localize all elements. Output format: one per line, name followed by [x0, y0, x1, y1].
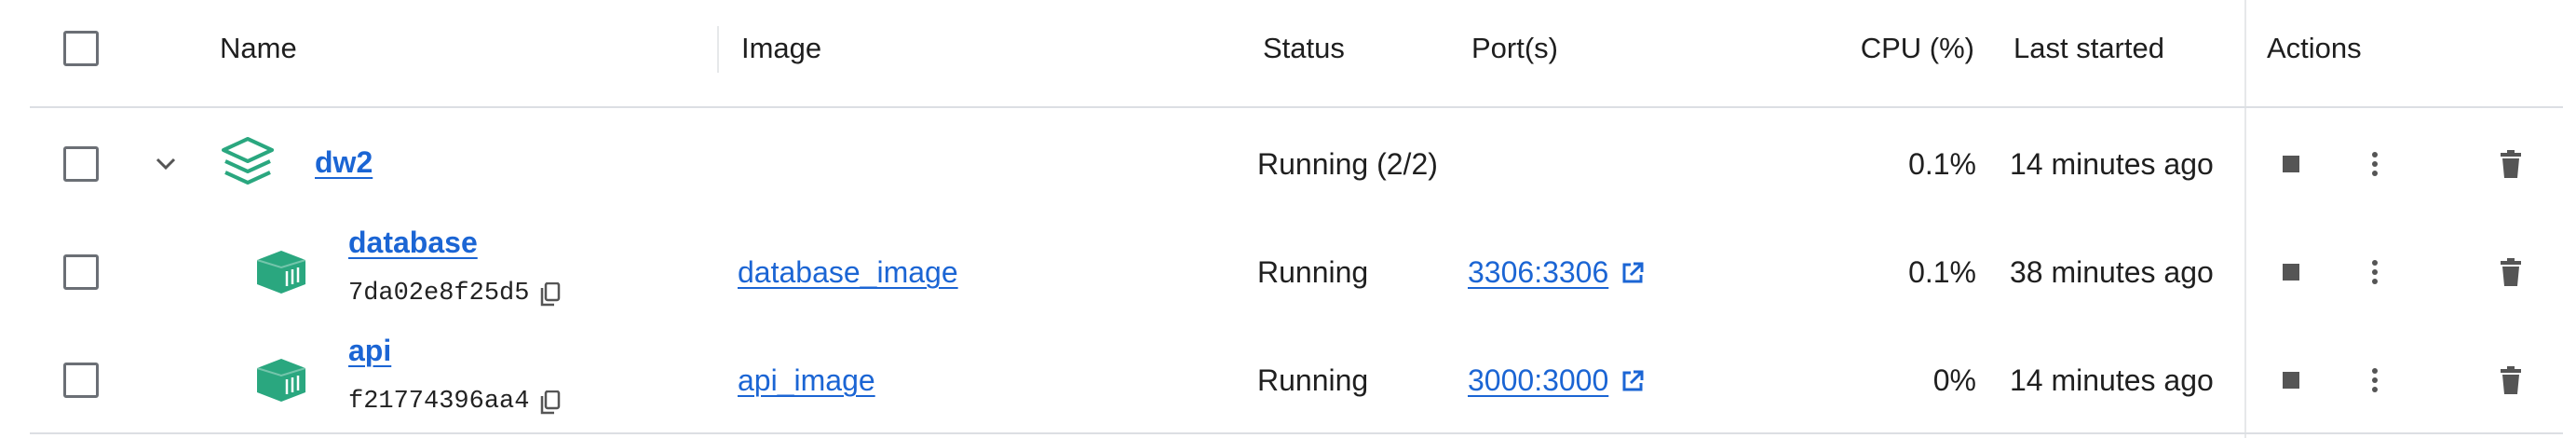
external-link-icon[interactable] — [1617, 257, 1648, 289]
select-all-checkbox[interactable] — [63, 31, 99, 66]
column-divider — [717, 26, 719, 73]
container-name-link[interactable]: api — [348, 334, 391, 368]
header-cpu[interactable]: CPU (%) — [1769, 32, 1974, 65]
copy-icon[interactable] — [535, 386, 566, 419]
header-status[interactable]: Status — [1263, 32, 1345, 65]
container-cpu: 0.1% — [1908, 255, 1976, 289]
group-last-started: 14 minutes ago — [2010, 147, 2214, 181]
image-link[interactable]: database_image — [738, 255, 958, 290]
row-checkbox[interactable] — [63, 254, 99, 290]
external-link-icon[interactable] — [1617, 365, 1648, 397]
container-icon — [253, 356, 309, 404]
chevron-down-icon[interactable] — [149, 147, 183, 181]
header-last-started[interactable]: Last started — [2013, 32, 2164, 65]
trash-icon[interactable] — [2492, 144, 2529, 185]
more-vertical-icon[interactable] — [2356, 253, 2393, 291]
table-bottom-divider — [30, 432, 2563, 434]
container-status: Running — [1257, 255, 1369, 289]
trash-icon[interactable] — [2492, 360, 2529, 401]
container-id: 7da02e8f25d5 — [348, 280, 530, 308]
image-link[interactable]: api_image — [738, 363, 875, 398]
container-status: Running — [1257, 363, 1369, 397]
port-link[interactable]: 3306:3306 — [1468, 255, 1608, 290]
group-checkbox[interactable] — [63, 146, 99, 182]
group-cpu: 0.1% — [1908, 147, 1976, 181]
header-ports[interactable]: Port(s) — [1471, 32, 1558, 65]
copy-icon[interactable] — [535, 278, 566, 311]
header-actions: Actions — [2267, 32, 2362, 64]
row-checkbox[interactable] — [63, 363, 99, 398]
stop-icon[interactable] — [2272, 253, 2310, 291]
container-name-link[interactable]: database — [348, 226, 478, 260]
container-cpu: 0% — [1932, 363, 1976, 397]
stop-icon[interactable] — [2272, 362, 2310, 399]
more-vertical-icon[interactable] — [2356, 145, 2393, 183]
group-status: Running (2/2) — [1257, 147, 1438, 181]
group-name-link[interactable]: dw2 — [315, 145, 373, 180]
trash-icon[interactable] — [2492, 252, 2529, 293]
container-last-started: 14 minutes ago — [2010, 363, 2214, 397]
stack-icon — [218, 134, 278, 190]
header-image[interactable]: Image — [741, 32, 821, 65]
container-id: f21774396aa4 — [348, 388, 530, 416]
more-vertical-icon[interactable] — [2356, 362, 2393, 399]
header-divider — [30, 106, 2563, 108]
header-name[interactable]: Name — [220, 32, 297, 65]
container-icon — [253, 248, 309, 296]
stop-icon[interactable] — [2272, 145, 2310, 183]
port-link[interactable]: 3000:3000 — [1468, 363, 1608, 398]
container-last-started: 38 minutes ago — [2010, 255, 2214, 289]
